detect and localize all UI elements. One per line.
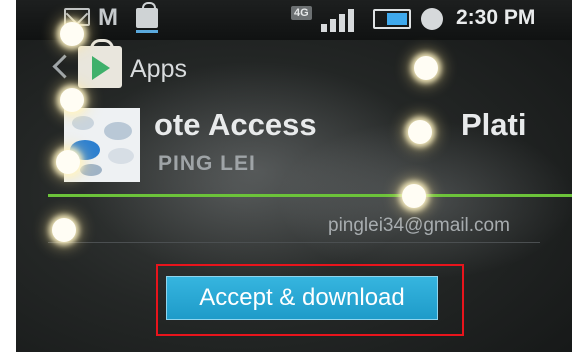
phone-screen: M 4G 2:30 PM Apps ote Access Plati PING … bbox=[16, 0, 572, 352]
app-title: ote Access bbox=[154, 107, 317, 142]
light-flare bbox=[56, 150, 80, 174]
light-flare bbox=[414, 56, 438, 80]
gmail-icon: M bbox=[98, 4, 118, 31]
highlight-box bbox=[156, 264, 464, 336]
network-type-badge: 4G bbox=[291, 6, 312, 20]
divider bbox=[48, 242, 540, 243]
battery-icon bbox=[373, 9, 411, 29]
action-bar-title: Apps bbox=[130, 55, 187, 83]
app-title-right: Plati bbox=[461, 107, 527, 142]
light-flare bbox=[60, 22, 84, 46]
status-bar: M 4G 2:30 PM bbox=[16, 0, 572, 40]
account-email: pinglei34@gmail.com bbox=[328, 215, 510, 236]
signal-icon bbox=[321, 8, 361, 32]
light-flare bbox=[52, 218, 76, 242]
light-flare bbox=[60, 88, 84, 112]
accent-divider bbox=[48, 194, 572, 197]
shopping-bag-icon bbox=[136, 2, 158, 33]
light-flare bbox=[408, 120, 432, 144]
play-store-icon[interactable] bbox=[78, 39, 122, 88]
alarm-icon bbox=[421, 8, 443, 30]
app-developer: PING LEI bbox=[158, 152, 256, 175]
light-flare bbox=[402, 184, 426, 208]
status-clock: 2:30 PM bbox=[456, 6, 536, 29]
